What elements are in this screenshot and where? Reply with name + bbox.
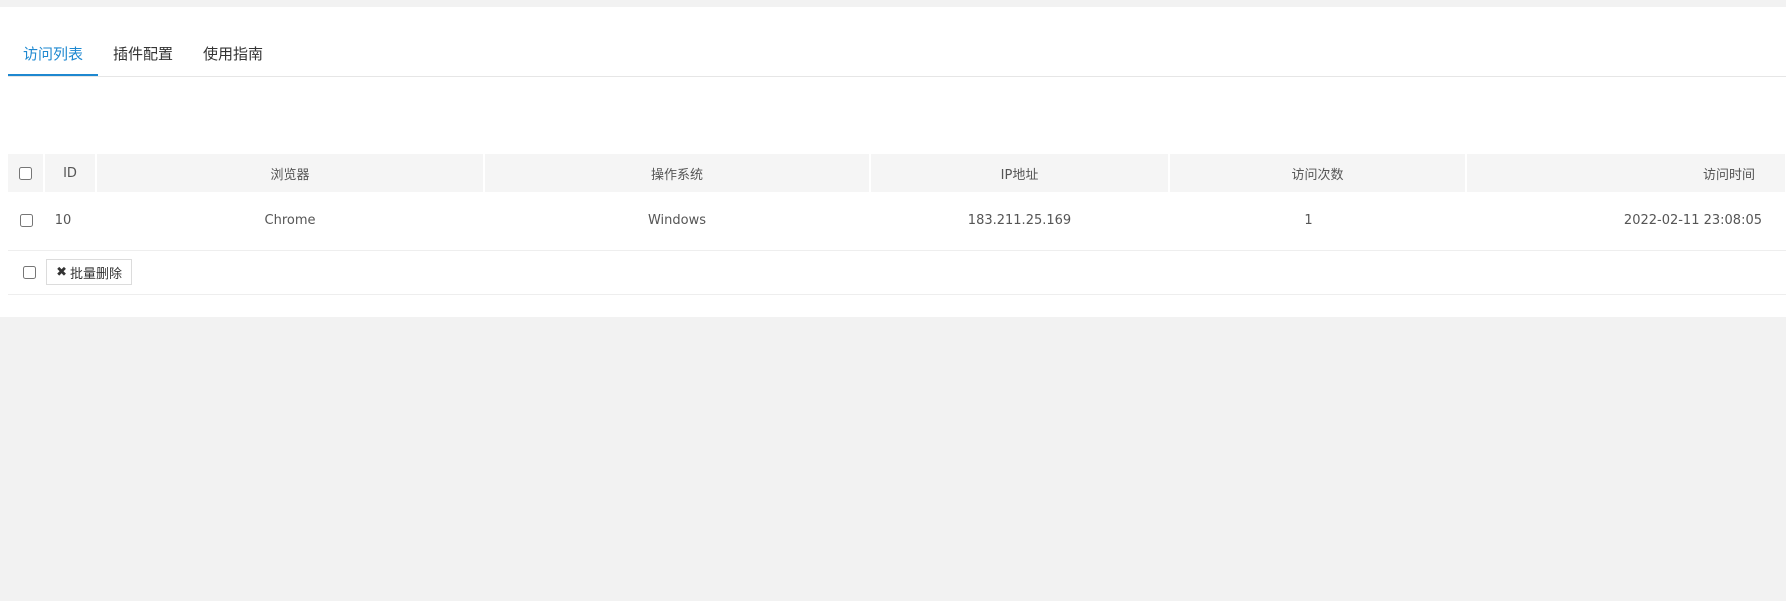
batch-delete-label: 批量删除 [70, 266, 123, 282]
row-checkbox[interactable] [19, 214, 33, 228]
cell-ip: 183.211.25.169 [967, 213, 1072, 229]
cell-time: 2022-02-11 23:08:05 [1623, 213, 1762, 229]
tab-visit-list[interactable]: 访问列表 [8, 31, 99, 76]
col-header-time[interactable]: 访问时间 [1466, 154, 1786, 192]
visit-table: ID 浏览器 操作系统 IP地址 访问次数 访问时间 10 Chrome Win… [8, 154, 1786, 295]
col-header-visits[interactable]: 访问次数 [1169, 154, 1467, 192]
col-header-ip[interactable]: IP地址 [870, 154, 1170, 192]
table-header-row: ID 浏览器 操作系统 IP地址 访问次数 访问时间 [8, 154, 1786, 192]
tab-bar: 访问列表 插件配置 使用指南 [8, 31, 278, 77]
col-header-browser[interactable]: 浏览器 [96, 154, 485, 192]
tab-plugin-config[interactable]: 插件配置 [98, 31, 188, 76]
col-header-os[interactable]: 操作系统 [484, 154, 871, 192]
batch-delete-button[interactable]: ✖ 批量删除 [46, 259, 133, 285]
batch-select-checkbox[interactable] [23, 265, 36, 279]
cell-browser: Chrome [264, 213, 316, 229]
table-row: 10 Chrome Windows 183.211.25.169 1 2022-… [8, 192, 1786, 250]
close-icon: ✖ [56, 264, 68, 280]
batch-action-cell: ✖ 批量删除 [8, 250, 1786, 294]
cell-os: Windows [647, 213, 707, 229]
select-all-cell [8, 154, 45, 192]
cell-id: 10 [54, 213, 72, 229]
tab-usage-guide[interactable]: 使用指南 [188, 31, 278, 76]
cell-visits: 1 [1304, 213, 1313, 229]
tab-divider [8, 76, 1786, 77]
col-header-id[interactable]: ID [44, 154, 97, 192]
row-select-cell [8, 192, 44, 250]
content-panel: 访问列表 插件配置 使用指南 ID 浏览器 操作系统 IP地址 访问次数 访问时… [0, 7, 1786, 317]
batch-action-row: ✖ 批量删除 [8, 250, 1786, 294]
select-all-checkbox[interactable] [19, 166, 32, 180]
